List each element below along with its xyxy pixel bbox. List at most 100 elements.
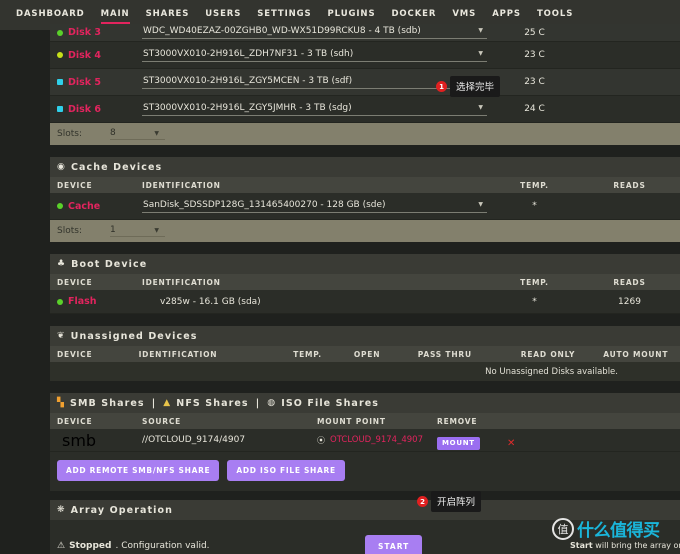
cache-name[interactable]: Cache [68, 201, 100, 212]
cache-temperature: * [532, 201, 537, 211]
shares-panel: ▚ SMB Shares | ▲ NFS Shares | ◍ ISO File… [50, 393, 680, 491]
boot-row-identification: v285w - 16.1 GB (sda) [142, 297, 487, 307]
array-status-state: Stopped [69, 541, 112, 551]
shares-tab-iso[interactable]: ISO File Shares [281, 398, 379, 409]
share-source: //OTCLOUD_9174/4907 [142, 435, 246, 445]
array-status: ⚠ Stopped. Configuration valid. [57, 541, 210, 551]
snowflake-icon: ❋ [57, 504, 66, 515]
smzdm-watermark: 值 什么值得买 [552, 516, 660, 541]
disk-name[interactable]: Disk 4 [68, 50, 101, 61]
table-row[interactable]: Disk 6 ST3000VX010-2H916L_ZGY5JMHR - 3 T… [50, 96, 680, 123]
table-row[interactable]: Flash v285w - 16.1 GB (sda) * 1269 [50, 290, 680, 314]
column-header-temp: TEMP. [520, 180, 549, 190]
disk-temperature: 25 C [524, 27, 545, 38]
table-row[interactable]: Cache SanDisk_SDSSDP128G_131465400270 - … [50, 193, 680, 220]
section-spacer [50, 145, 680, 157]
nav-item-vms[interactable]: VMS [444, 5, 484, 25]
shares-tab-nfs[interactable]: NFS Shares [176, 398, 248, 409]
table-row[interactable]: Disk 4 ST3000VX010-2H916L_ZDH7NF31 - 3 T… [50, 42, 680, 69]
add-remote-smb-nfs-share-button[interactable]: ADD REMOTE SMB/NFS SHARE [57, 460, 220, 481]
nav-item-plugins[interactable]: PLUGINS [320, 5, 384, 25]
boot-identification-text: v285w - 16.1 GB (sda) [160, 296, 261, 307]
boot-device-name[interactable]: Flash [68, 296, 97, 307]
cache-slots-row: Slots: 1 ▼ [50, 220, 680, 242]
cache-slots-value: 1 [110, 225, 116, 235]
disk-status-dot-icon [57, 203, 63, 209]
main-content: Disk 3 WDC_WD40EZAZ-00ZGHB0_WD-WX51D99RC… [50, 24, 680, 554]
cache-devices-panel: ◉ Cache Devices DEVICE IDENTIFICATION TE… [50, 157, 680, 242]
array-slots-select[interactable]: 8 ▼ [110, 128, 165, 140]
iso-icon: ◍ [267, 397, 277, 408]
boot-temperature: * [532, 296, 537, 307]
shares-header: ▚ SMB Shares | ▲ NFS Shares | ◍ ISO File… [50, 393, 680, 413]
help-start-rest: will bring the array on [592, 541, 680, 550]
share-nodes-icon: ⦿ [317, 435, 325, 445]
disc-icon: ◉ [57, 161, 66, 172]
shares-table-header: DEVICE SOURCE MOUNT POINT REMOVE [50, 413, 680, 429]
x-remove-icon[interactable]: ✕ [507, 438, 515, 449]
cache-devices-header: ◉ Cache Devices [50, 157, 680, 177]
chevron-down-icon: ▼ [154, 130, 159, 137]
add-iso-file-share-button[interactable]: ADD ISO FILE SHARE [227, 460, 345, 481]
boot-row-device: Flash [57, 296, 142, 307]
array-row-device: Disk 6 [57, 104, 142, 115]
array-devices-table: Disk 3 WDC_WD40EZAZ-00ZGHB0_WD-WX51D99RC… [50, 24, 680, 145]
mount-button[interactable]: MOUNT [437, 437, 480, 450]
unraid-main-page: DASHBOARD MAIN SHARES USERS SETTINGS PLU… [0, 0, 680, 554]
array-row-device: Disk 5 [57, 77, 142, 88]
nav-item-shares[interactable]: SHARES [138, 5, 198, 25]
chevron-down-icon: ▼ [478, 27, 483, 34]
share-mount-point[interactable]: ⦿ OTCLOUD_9174_4907 [317, 435, 437, 446]
column-header-open: OPEN [353, 349, 381, 359]
column-header-temp: TEMP. [520, 277, 549, 287]
array-slots-value: 8 [110, 128, 116, 138]
unassigned-devices-header: ❦ Unassigned Devices [50, 326, 680, 346]
cache-disk-select[interactable]: SanDisk_SDSSDP128G_131465400270 - 128 GB… [142, 200, 487, 213]
shares-tab-smb[interactable]: SMB Shares [70, 398, 145, 409]
chevron-down-icon: ▼ [478, 103, 483, 111]
chevron-down-icon: ▼ [478, 49, 483, 57]
disk-identification-text: WDC_WD40EZAZ-00ZGHB0_WD-WX51D99RCKU8 - 4… [143, 26, 421, 36]
share-action-buttons: ADD REMOTE SMB/NFS SHARE ADD ISO FILE SH… [50, 452, 680, 491]
table-row[interactable]: Disk 5 ST3000VX010-2H916L_ZGY5MCEN - 3 T… [50, 69, 680, 96]
nav-item-docker[interactable]: DOCKER [383, 5, 444, 25]
boot-device-header: ♣ Boot Device [50, 254, 680, 274]
share-device-name: smb [62, 430, 97, 450]
nav-item-users[interactable]: USERS [197, 5, 249, 25]
cache-table-header: DEVICE IDENTIFICATION TEMP. READS [50, 177, 680, 193]
column-header-auto-mount: AUTO MOUNT [603, 349, 669, 359]
disk-select[interactable]: WDC_WD40EZAZ-00ZGHB0_WD-WX51D99RCKU8 - 4… [142, 26, 487, 39]
disk-name[interactable]: Disk 5 [68, 77, 101, 88]
watermark-logo-icon: 值 [552, 517, 574, 540]
column-header-identification: IDENTIFICATION [138, 349, 218, 359]
column-header-pass-thru: PASS THRU [417, 349, 472, 359]
start-array-button[interactable]: START [365, 535, 423, 554]
share-mount-point-text: OTCLOUD_9174_4907 [330, 435, 423, 445]
array-row-identification: WDC_WD40EZAZ-00ZGHB0_WD-WX51D99RCKU8 - 4… [142, 26, 487, 39]
array-row-identification: ST3000VX010-2H916L_ZGY5JMHR - 3 TB (sdg)… [142, 103, 487, 116]
disk-select[interactable]: ST3000VX010-2H916L_ZDH7NF31 - 3 TB (sdh)… [142, 49, 487, 62]
share-row-device: smb [57, 431, 142, 450]
boot-device-title: Boot Device [71, 258, 148, 270]
annotation-callout-1: 1 选择完毕 [436, 76, 501, 97]
help-start-bold: Start [570, 541, 593, 550]
table-row[interactable]: smb //OTCLOUD_9174/4907 ⦿ OTCLOUD_9174_4… [50, 429, 680, 452]
disk-name[interactable]: Disk 3 [68, 27, 101, 38]
table-row[interactable]: Disk 3 WDC_WD40EZAZ-00ZGHB0_WD-WX51D99RC… [50, 24, 680, 42]
nav-item-apps[interactable]: APPS [484, 5, 529, 25]
column-header-device: DEVICE [57, 349, 93, 359]
shares-separator-2: | [255, 397, 261, 409]
nav-item-settings[interactable]: SETTINGS [249, 5, 319, 25]
annotation-number-2: 2 [417, 496, 428, 507]
nav-item-main[interactable]: MAIN [93, 5, 138, 25]
cache-slots-select[interactable]: 1 ▼ [110, 225, 165, 237]
array-row-identification: ST3000VX010-2H916L_ZDH7NF31 - 3 TB (sdh)… [142, 49, 487, 62]
array-status-detail: . Configuration valid. [115, 541, 210, 551]
unassigned-devices-panel: ❦ Unassigned Devices DEVICE IDENTIFICATI… [50, 326, 680, 381]
nav-item-dashboard[interactable]: DASHBOARD [8, 5, 93, 25]
disk-name[interactable]: Disk 6 [68, 104, 101, 115]
usb-flash-icon: ♣ [57, 258, 67, 269]
nav-item-tools[interactable]: TOOLS [529, 5, 581, 25]
disk-select[interactable]: ST3000VX010-2H916L_ZGY5JMHR - 3 TB (sdg)… [142, 103, 487, 116]
column-header-reads: READS [613, 180, 646, 190]
